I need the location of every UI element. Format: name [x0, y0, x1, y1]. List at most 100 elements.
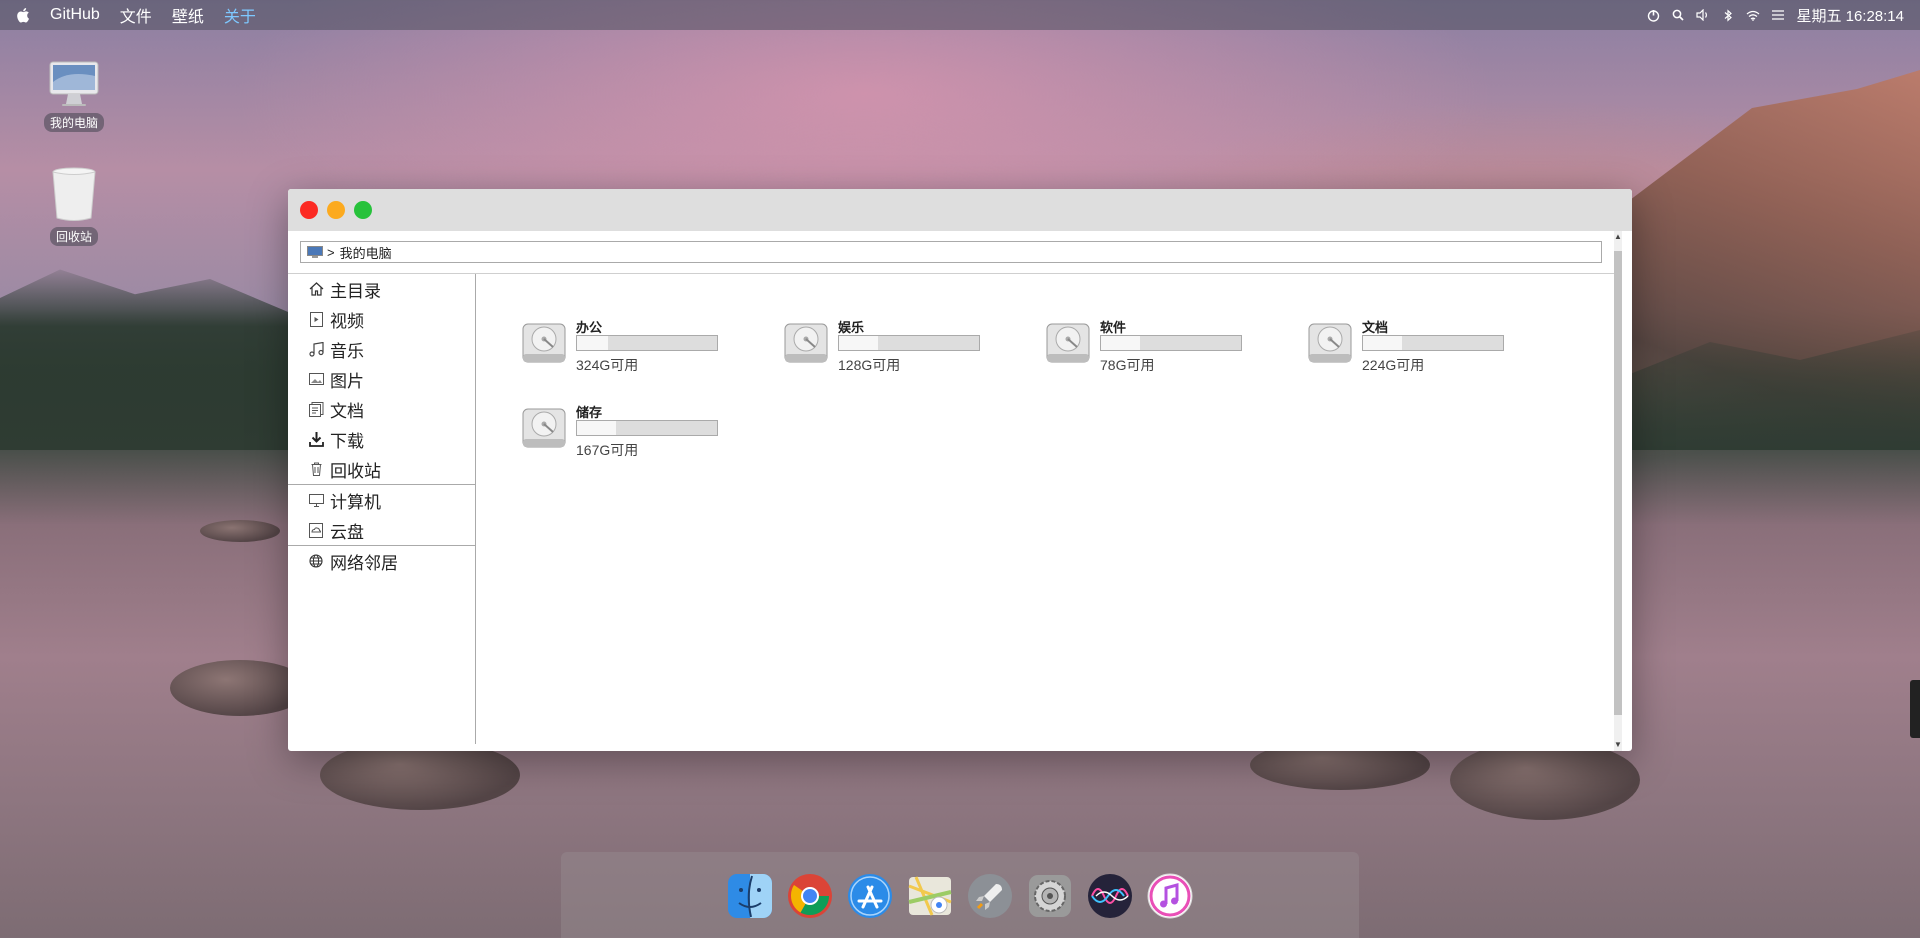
drive-item[interactable]: 办公 324G可用: [522, 313, 752, 373]
menu-about[interactable]: 关于: [224, 3, 256, 27]
scroll-up-arrow-icon[interactable]: ▲: [1614, 233, 1622, 241]
drive-usage-bar: [576, 420, 718, 436]
dock: [561, 852, 1359, 938]
drive-item[interactable]: 娱乐 128G可用: [784, 313, 1014, 373]
app-store-icon[interactable]: [846, 872, 894, 920]
drive-name: 娱乐: [838, 320, 865, 335]
drive-usage-bar: [1362, 335, 1504, 351]
close-button[interactable]: [300, 201, 318, 219]
imac-icon: [49, 61, 99, 106]
hard-drive-icon: [1046, 323, 1090, 363]
hard-drive-icon: [1308, 323, 1352, 363]
drive-free-space: 128G可用: [838, 357, 901, 373]
sidebar-item-label: 回收站: [330, 461, 381, 481]
trash-icon: [308, 461, 324, 477]
computer-icon: [307, 246, 323, 258]
video-icon: [308, 311, 324, 327]
breadcrumb-current[interactable]: 我的电脑: [340, 243, 392, 262]
menu-file[interactable]: 文件: [120, 3, 152, 27]
sidebar-item-pictures[interactable]: 图片: [288, 364, 475, 394]
sidebar-item-label: 计算机: [330, 492, 381, 512]
image-icon: [308, 371, 324, 387]
drive-name: 办公: [576, 320, 603, 335]
finder-icon[interactable]: [726, 872, 774, 920]
document-icon: [308, 401, 324, 417]
launchpad-icon[interactable]: [966, 872, 1014, 920]
scrollbar-thumb[interactable]: [1614, 251, 1622, 715]
sidebar-item-downloads[interactable]: 下载: [288, 424, 475, 454]
sidebar-item-computer[interactable]: 计算机: [288, 485, 475, 515]
clock: 星期五 16:28:14: [1796, 7, 1904, 25]
scroll-down-arrow-icon[interactable]: ▼: [1614, 741, 1622, 749]
bluetooth-icon[interactable]: [1721, 8, 1735, 22]
wifi-icon[interactable]: [1746, 8, 1760, 22]
sidebar-item-label: 云盘: [330, 522, 364, 542]
wallpaper-forest-left: [0, 269, 300, 450]
drive-usage-fill: [839, 336, 879, 350]
minimize-button[interactable]: [327, 201, 345, 219]
list-icon[interactable]: [1771, 8, 1785, 22]
drive-item[interactable]: 软件 78G可用: [1046, 313, 1276, 373]
drive-usage-bar: [576, 335, 718, 351]
address-bar[interactable]: > 我的电脑: [300, 241, 1602, 263]
itunes-icon[interactable]: [1146, 872, 1194, 920]
drive-usage-bar: [1100, 335, 1242, 351]
content-area: 办公 324G可用 娱乐 128G可用 软件 78G可用 文档 224G可用 储…: [477, 274, 1614, 744]
power-icon[interactable]: [1646, 8, 1660, 22]
menu-bar: GitHub 文件 壁纸 关于 星期五 16:28:14: [0, 0, 1920, 30]
sidebar-item-home[interactable]: 主目录: [288, 274, 475, 304]
sidebar-item-trash[interactable]: 回收站: [288, 454, 475, 484]
desktop-icon-trash[interactable]: 回收站: [34, 166, 114, 246]
wallpaper-rock: [200, 520, 280, 542]
monitor-icon: [308, 492, 324, 508]
apple-icon[interactable]: [16, 7, 30, 23]
menu-wallpaper[interactable]: 壁纸: [172, 3, 204, 27]
music-icon: [308, 341, 324, 357]
drive-usage-fill: [577, 421, 617, 435]
desktop-icon-my-computer[interactable]: 我的电脑: [34, 60, 114, 132]
maps-icon[interactable]: [906, 872, 954, 920]
sidebar-item-video[interactable]: 视频: [288, 304, 475, 334]
sidebar-item-label: 下载: [330, 431, 364, 451]
chrome-icon[interactable]: [786, 872, 834, 920]
drive-name: 储存: [576, 405, 603, 420]
drive-item[interactable]: 储存 167G可用: [522, 398, 752, 458]
volume-icon[interactable]: [1696, 8, 1710, 22]
sidebar-item-label: 网络邻居: [330, 553, 398, 573]
drive-usage-fill: [1101, 336, 1141, 350]
siri-icon[interactable]: [1086, 872, 1134, 920]
sidebar-item-network[interactable]: 网络邻居: [288, 546, 475, 576]
edge-handle[interactable]: [1910, 680, 1920, 738]
trash-icon: [52, 167, 96, 221]
sidebar-item-label: 视频: [330, 311, 364, 331]
sidebar-item-documents[interactable]: 文档: [288, 394, 475, 424]
menu-github[interactable]: GitHub: [50, 6, 100, 24]
sidebar-item-label: 文档: [330, 401, 364, 421]
breadcrumb-separator: >: [327, 244, 335, 260]
drive-free-space: 324G可用: [576, 357, 639, 373]
drive-name: 软件: [1100, 320, 1127, 335]
hard-drive-icon: [522, 323, 566, 363]
maximize-button[interactable]: [354, 201, 372, 219]
drive-free-space: 78G可用: [1100, 357, 1155, 373]
hard-drive-icon: [522, 408, 566, 448]
drive-free-space: 224G可用: [1362, 357, 1425, 373]
drive-free-space: 167G可用: [576, 442, 639, 458]
home-icon: [308, 281, 324, 297]
drive-item[interactable]: 文档 224G可用: [1308, 313, 1538, 373]
download-icon: [308, 431, 324, 447]
drive-usage-fill: [577, 336, 608, 350]
sidebar-item-label: 主目录: [330, 281, 381, 301]
sidebar-item-label: 音乐: [330, 341, 364, 361]
desktop-icon-label: 我的电脑: [43, 113, 104, 132]
system-preferences-icon[interactable]: [1026, 872, 1074, 920]
sidebar-item-cloud-disk[interactable]: 云盘: [288, 515, 475, 545]
window-titlebar[interactable]: [288, 189, 1632, 231]
vertical-scrollbar[interactable]: ▲ ▼: [1614, 231, 1622, 751]
wallpaper-rock: [1450, 740, 1640, 820]
drive-usage-bar: [838, 335, 980, 351]
status-area: 星期五 16:28:14: [1646, 5, 1904, 26]
sidebar-item-music[interactable]: 音乐: [288, 334, 475, 364]
search-icon[interactable]: [1671, 8, 1685, 22]
sidebar: 主目录 视频 音乐 图片 文档 下载 回收站 计算机 云盘 网络邻居: [288, 274, 476, 744]
